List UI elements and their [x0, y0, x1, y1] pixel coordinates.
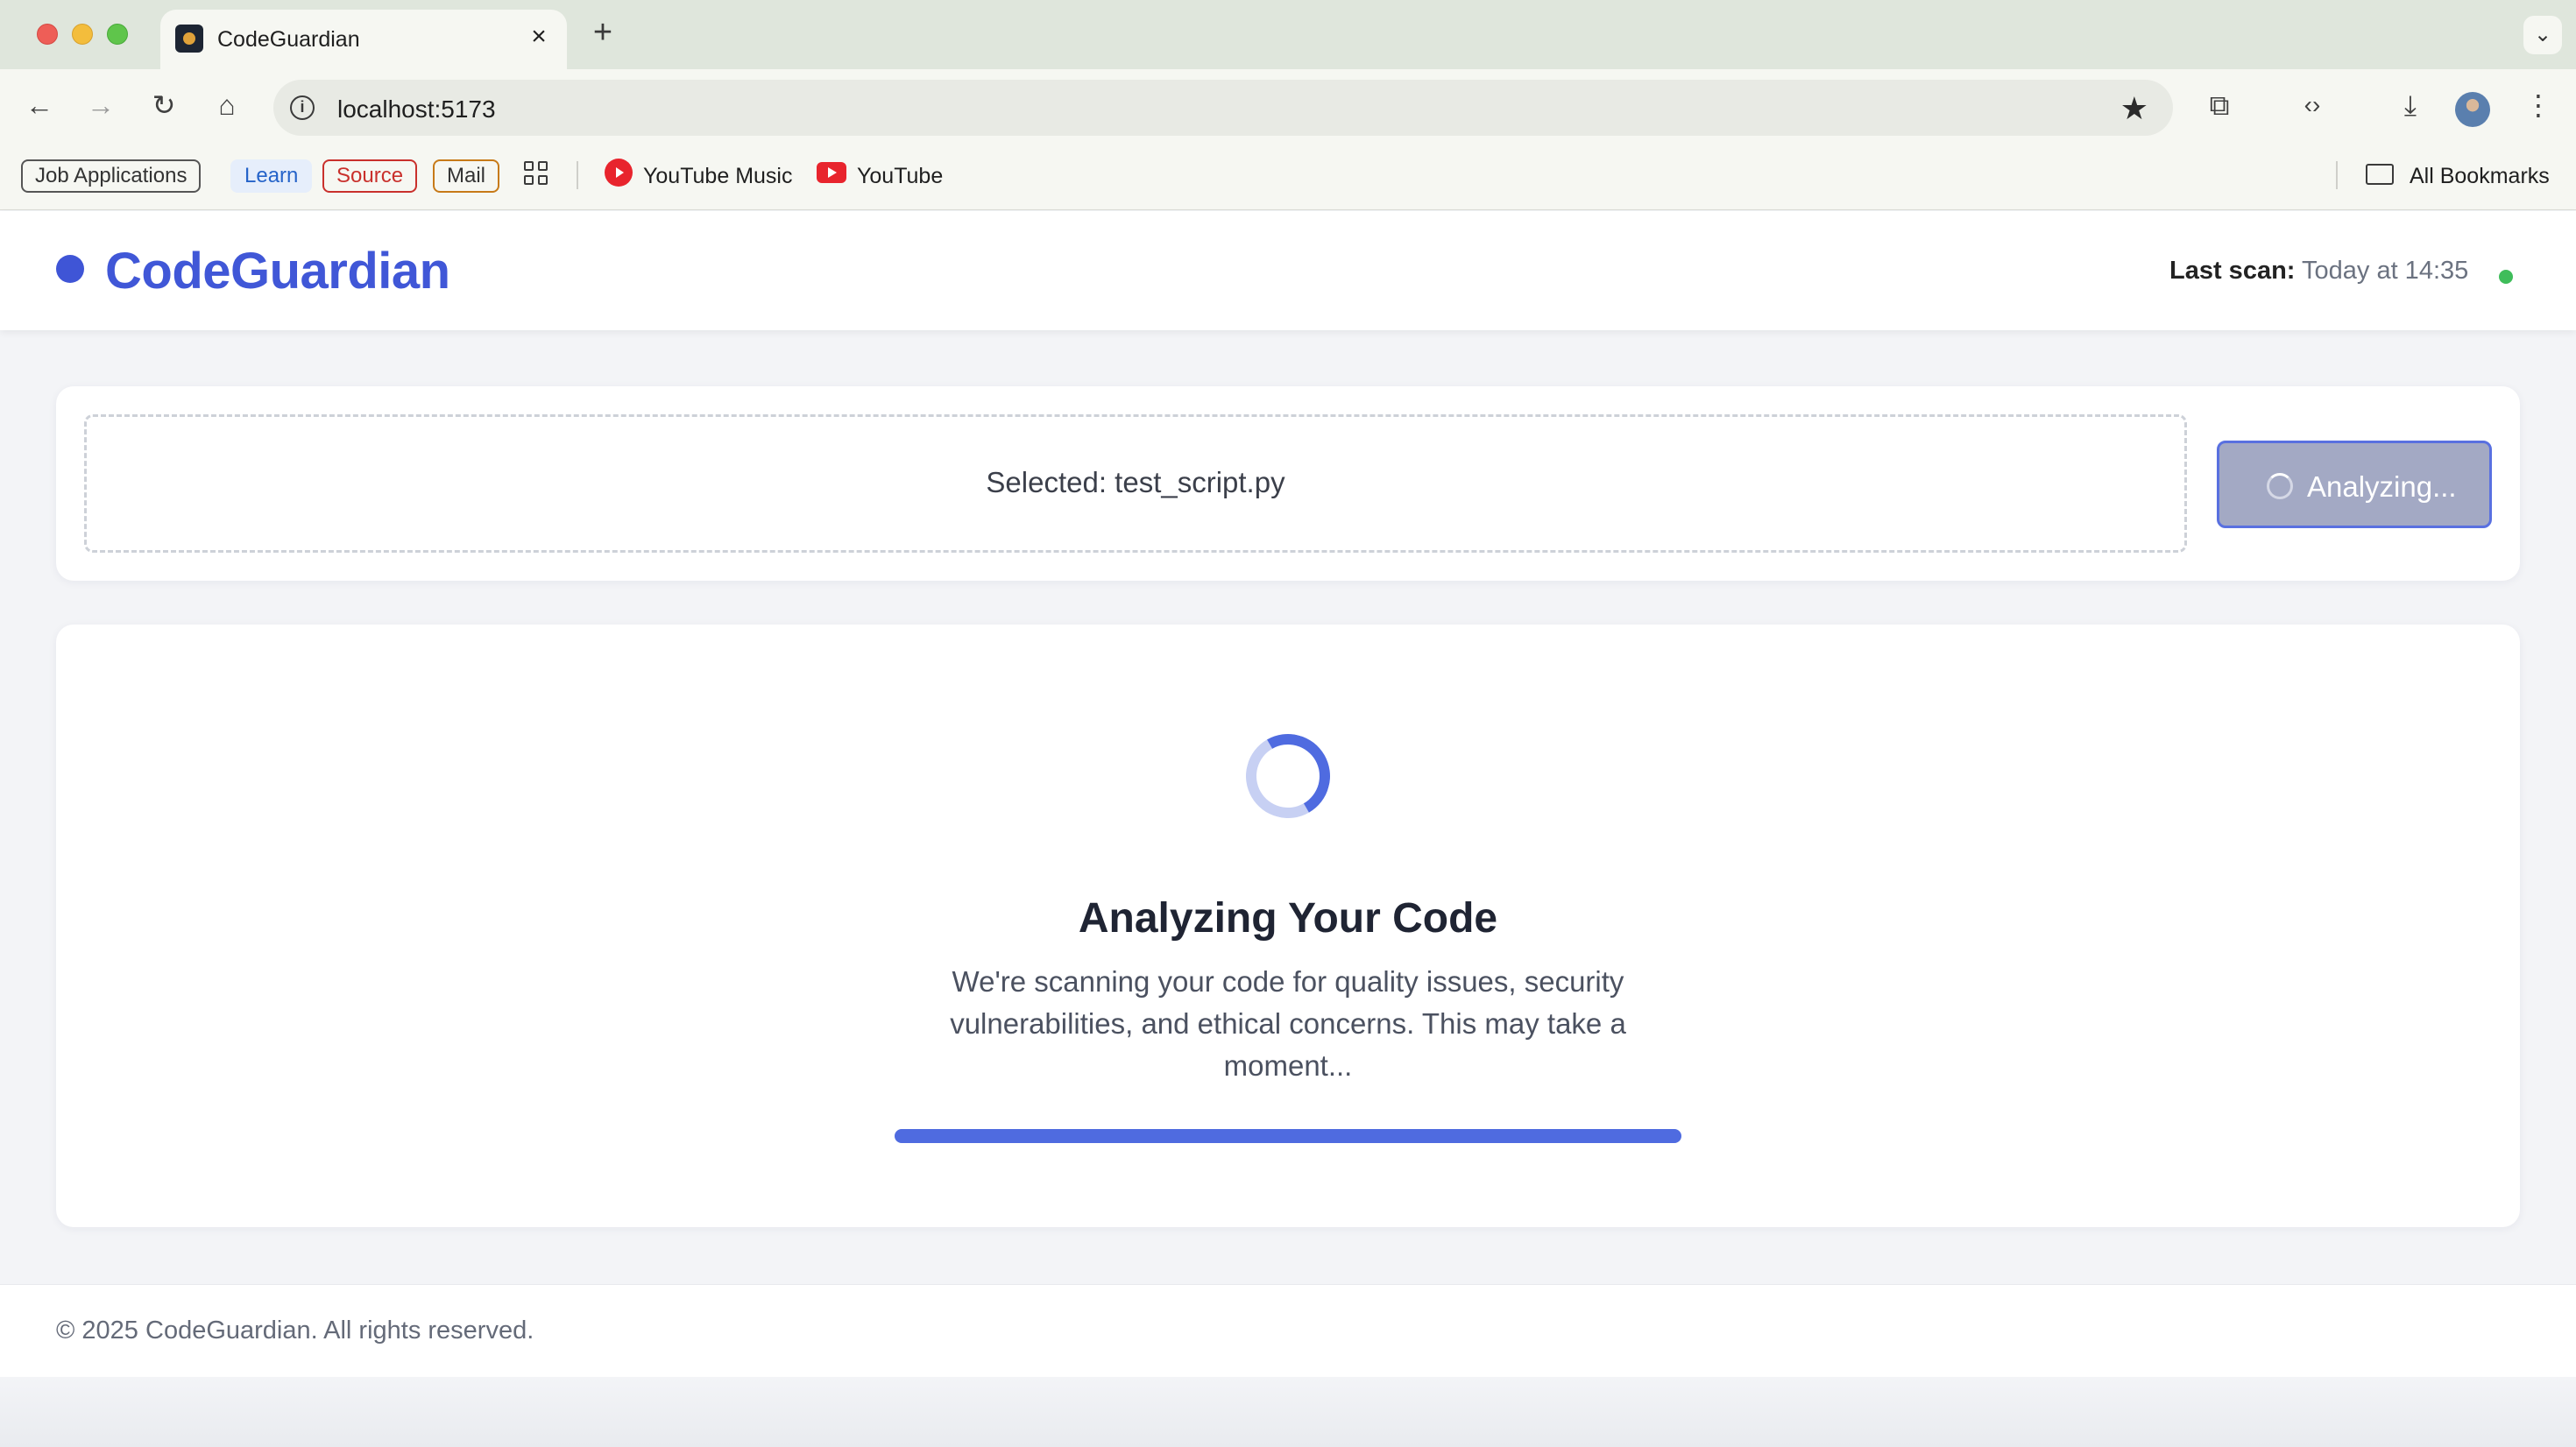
copyright-text: © 2025 CodeGuardian. All rights reserved… — [56, 1316, 534, 1345]
address-bar[interactable]: i localhost:5173 ★ — [273, 80, 2173, 136]
bookmark-youtube-music[interactable]: YouTube Music — [643, 159, 792, 193]
analysis-description: We're scanning your code for quality iss… — [950, 965, 1626, 1082]
tab-title: CodeGuardian — [217, 27, 360, 52]
analysis-status-card: Analyzing Your Code We're scanning your … — [56, 625, 2520, 1227]
brand-dot-icon — [56, 255, 84, 283]
browser-tab-active[interactable]: CodeGuardian × — [160, 10, 567, 69]
browser-tab-bar: CodeGuardian × + ⌄ — [0, 0, 2576, 69]
loading-spinner-icon — [2267, 473, 2293, 499]
reload-icon[interactable]: ↻ — [145, 87, 182, 124]
status-indicator — [2499, 270, 2513, 284]
bookmark-learn[interactable]: Learn — [230, 159, 313, 193]
bookmark-mail[interactable]: Mail — [433, 159, 500, 193]
last-scan-label: Last scan: — [2169, 257, 2296, 285]
url-text[interactable]: localhost:5173 — [337, 95, 496, 124]
tab-search-chevron-icon[interactable]: ⌄ — [2523, 16, 2562, 54]
close-tab-icon[interactable]: × — [523, 21, 555, 53]
browser-toolbar: ← → ↻ ⌂ i localhost:5173 ★ ⧉ ‹› ⤓ ⋮ — [0, 69, 2576, 140]
minimize-window-button[interactable] — [72, 24, 93, 45]
app-header: CodeGuardian Last scan: Today at 14:35 — [0, 211, 2576, 330]
bookmarks-bar: Job Applications Learn Source Mail YouTu… — [0, 140, 2576, 210]
new-tab-icon[interactable]: + — [585, 15, 620, 50]
close-window-button[interactable] — [37, 24, 58, 45]
footer: © 2025 CodeGuardian. All rights reserved… — [0, 1284, 2576, 1377]
code-icon[interactable]: ‹› — [2294, 87, 2331, 124]
last-scan-info: Last scan: Today at 14:35 — [2169, 257, 2468, 286]
selected-file-text: Selected: test_script.py — [986, 466, 1285, 498]
profile-avatar[interactable] — [2455, 92, 2490, 127]
codeguardian-favicon-icon — [175, 25, 203, 53]
maximize-window-button[interactable] — [107, 24, 128, 45]
bookmark-separator — [577, 161, 578, 189]
analysis-title: Analyzing Your Code — [1078, 895, 1498, 942]
extensions-icon[interactable]: ⧉ — [2201, 87, 2238, 124]
analyze-button-label: Analyzing... — [2307, 470, 2457, 503]
progress-bar — [895, 1129, 1681, 1143]
back-icon[interactable]: ← — [21, 87, 58, 124]
star-icon[interactable]: ★ — [2120, 90, 2148, 127]
download-icon[interactable]: ⤓ — [2392, 87, 2429, 124]
bookmark-job-applications[interactable]: Job Applications — [21, 159, 202, 193]
file-dropzone[interactable]: Selected: test_script.py — [84, 414, 2187, 553]
bookmark-separator — [2336, 161, 2338, 189]
youtube-music-icon — [605, 159, 633, 187]
home-icon[interactable]: ⌂ — [209, 87, 245, 124]
folder-icon — [2366, 164, 2394, 185]
upload-card: Selected: test_script.py Analyzing... — [56, 386, 2520, 581]
apps-grid-icon[interactable] — [524, 161, 550, 187]
info-icon[interactable]: i — [290, 95, 315, 120]
analyze-button[interactable]: Analyzing... — [2217, 441, 2492, 528]
progress-fill — [895, 1129, 1681, 1143]
page-bottom-area — [0, 1377, 2576, 1447]
last-scan-value: Today at 14:35 — [2302, 257, 2469, 285]
forward-icon[interactable]: → — [82, 87, 119, 124]
bookmark-source[interactable]: Source — [322, 159, 418, 193]
youtube-icon — [817, 162, 846, 183]
bookmark-youtube[interactable]: YouTube — [857, 159, 943, 193]
brand-name[interactable]: CodeGuardian — [105, 242, 450, 300]
all-bookmarks-button[interactable]: All Bookmarks — [2410, 159, 2550, 193]
loading-spinner-icon — [1236, 724, 1340, 828]
menu-icon[interactable]: ⋮ — [2520, 87, 2557, 124]
